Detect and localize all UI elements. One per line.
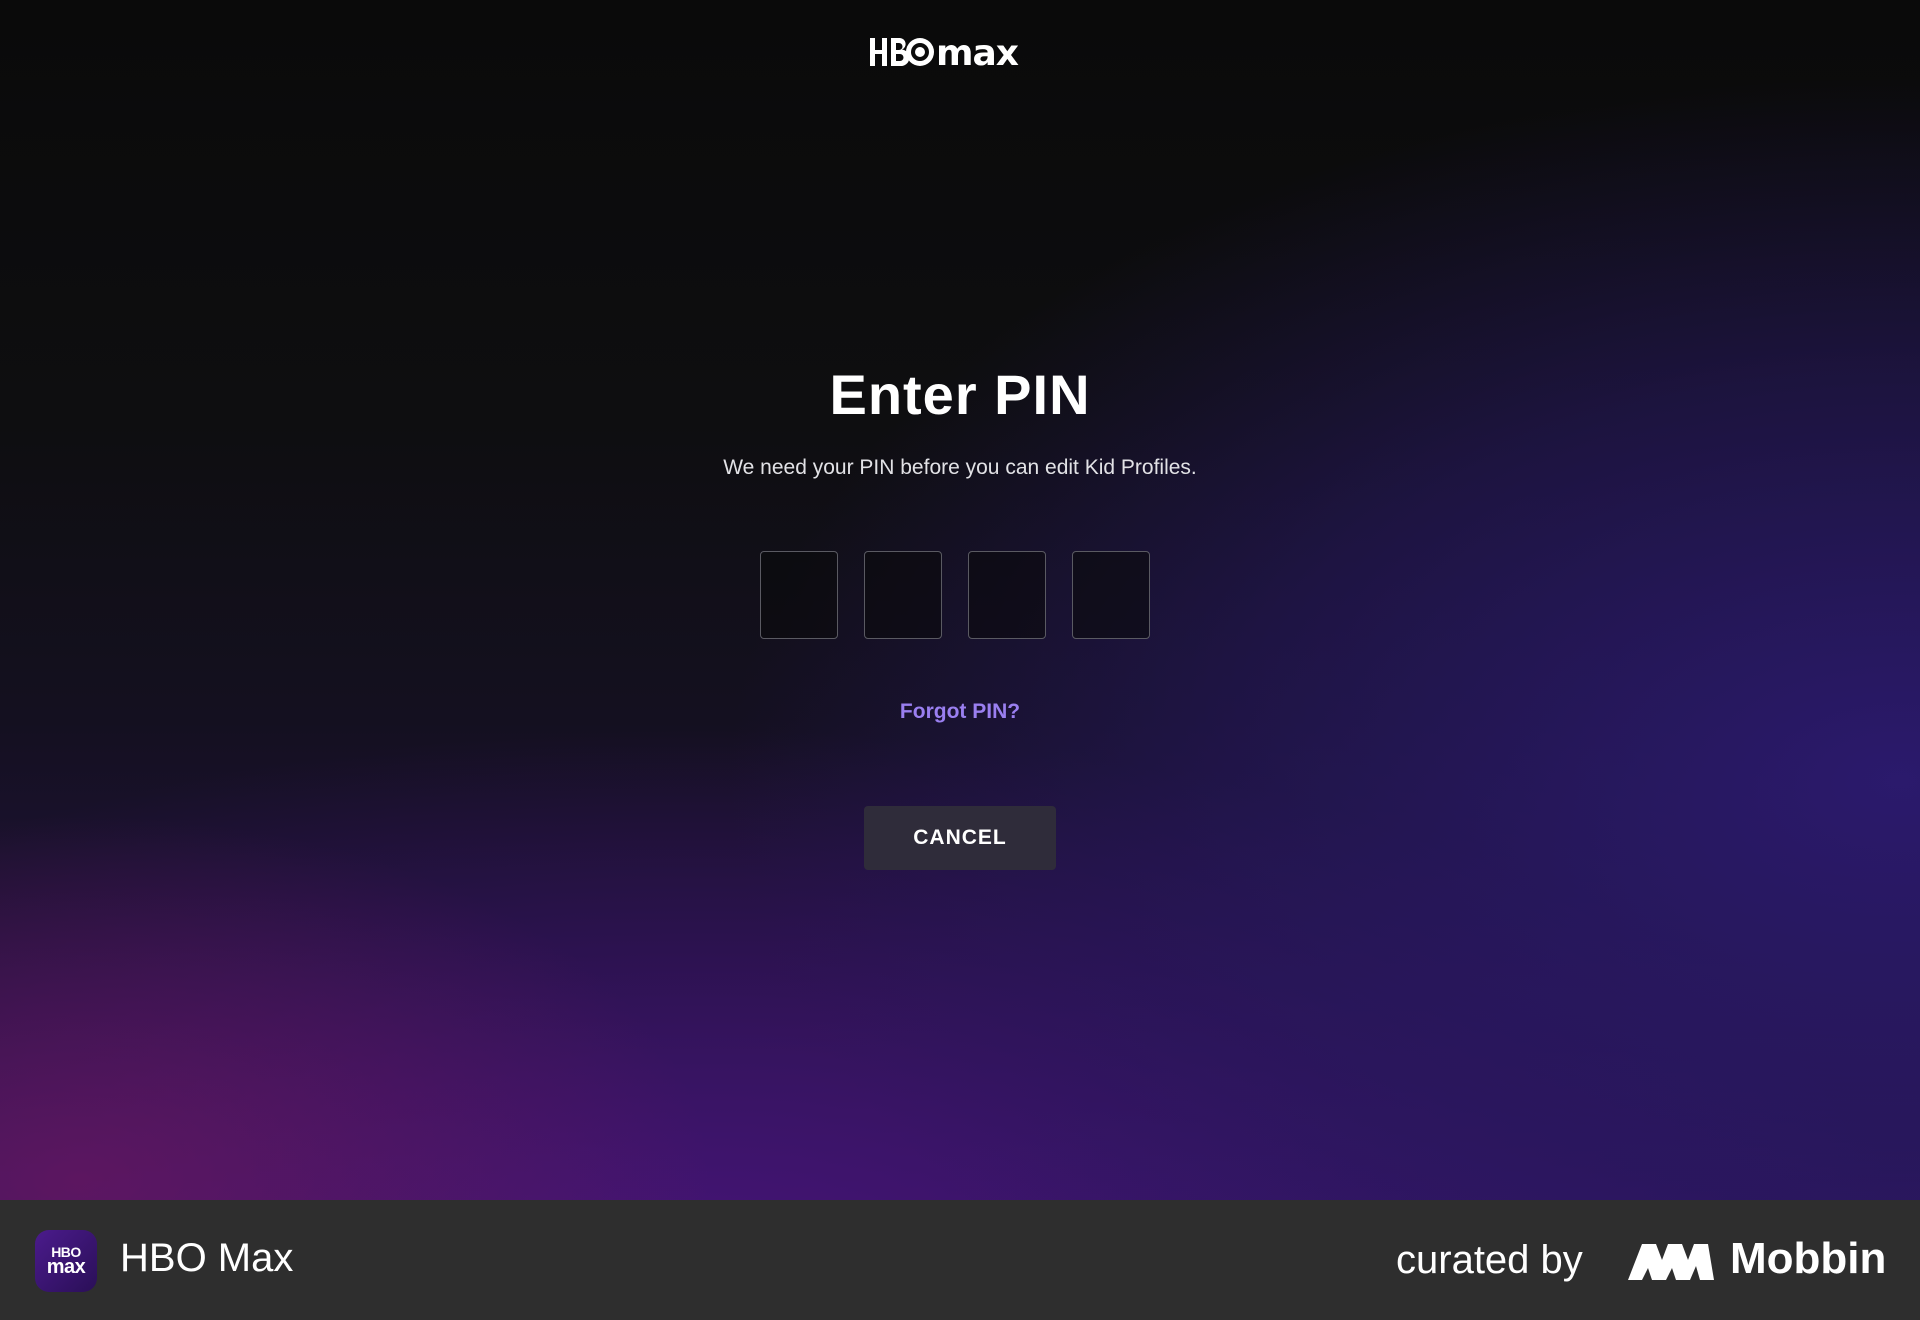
app-icon-text-bottom: max (46, 1256, 86, 1279)
mobbin-label: Mobbin (1730, 1234, 1887, 1283)
page-subtitle: We need your PIN before you can edit Kid… (723, 456, 1197, 479)
header-logo: max (0, 34, 1920, 72)
pin-screen: max Enter PIN We need your PIN before yo… (0, 0, 1920, 1200)
forgot-pin-link[interactable]: Forgot PIN? (0, 700, 1920, 724)
hbo-max-app-icon: HBO max (35, 1230, 97, 1292)
footer-bar: HBO max HBO Max curated by Mobbin (0, 1200, 1920, 1320)
page-title: Enter PIN (829, 363, 1091, 426)
svg-text:max: max (936, 34, 1019, 72)
app-name: HBO Max (120, 1236, 294, 1280)
pin-digit-4[interactable] (1072, 551, 1150, 639)
pin-input-group (760, 551, 1150, 639)
curated-by-label: curated by (1396, 1238, 1583, 1282)
pin-digit-1[interactable] (760, 551, 838, 639)
pin-digit-2[interactable] (864, 551, 942, 639)
cancel-button[interactable]: CANCEL (864, 806, 1056, 870)
hbo-max-logo-icon: max (870, 34, 1020, 72)
pin-digit-3[interactable] (968, 551, 1046, 639)
mobbin-logo-icon (1628, 1244, 1714, 1280)
